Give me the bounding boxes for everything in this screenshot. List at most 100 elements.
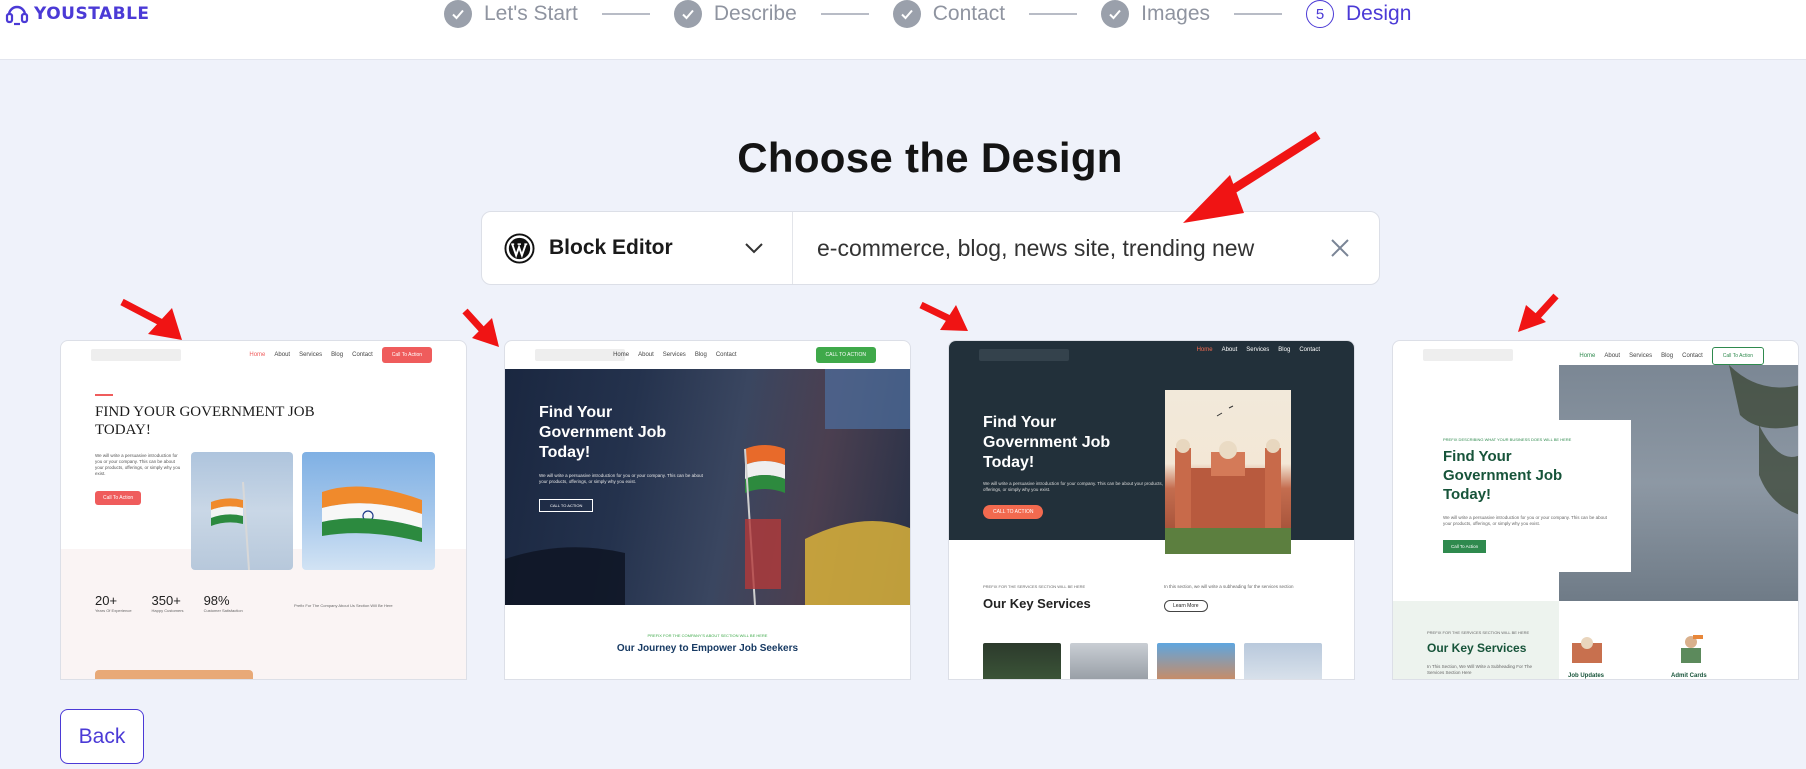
step-label: Images: [1141, 2, 1211, 25]
template-section-title: Our Key Services: [1427, 641, 1527, 655]
template-nav-item: Contact: [352, 352, 373, 358]
template-thumbnails: [983, 643, 1322, 679]
template-nav-item: Home: [1579, 353, 1596, 359]
template-nav-item: Services: [1629, 353, 1653, 359]
template-nav-item: Services: [1246, 347, 1270, 353]
check-icon: [673, 0, 702, 28]
stat-value: 98%: [203, 593, 230, 608]
template-nav-item: About: [1604, 353, 1621, 359]
template-body: We will write a persuasive introduction …: [95, 453, 181, 476]
step-connector: [1029, 13, 1078, 15]
template-body: We will write a persuasive introduction …: [1443, 515, 1607, 526]
thumbnail-image: [1157, 643, 1235, 679]
template-nav-item: Contact: [1682, 353, 1703, 359]
step-label: Design: [1346, 2, 1412, 25]
stat-label: Happy Customers: [151, 608, 184, 613]
step-label: Describe: [713, 2, 797, 25]
check-icon: [444, 0, 472, 28]
arrow-annotation-icon: [120, 298, 182, 340]
template-nav-item: Blog: [331, 352, 344, 358]
template-headline: Find Your Government Job Today!: [983, 414, 1111, 471]
template-section-title: Our Journey to Empower Job Seekers: [616, 643, 799, 654]
flag-image: [191, 452, 293, 570]
stat-value: 350+: [151, 593, 181, 608]
brand-logo[interactable]: YOUSTABLE: [4, 0, 150, 28]
template-card-4[interactable]: Home About Services Blog Contact Call To…: [1392, 340, 1799, 680]
accent-line: [95, 394, 113, 396]
brand-name: YOUSTABLE: [34, 4, 150, 24]
step-connector: [601, 13, 650, 15]
template-nav-item: Services: [299, 352, 323, 358]
stat-label: Customer Satisfaction: [203, 608, 243, 613]
template-body: We will write a persuasive introduction …: [539, 473, 703, 484]
service-image: [1568, 633, 1608, 663]
template-headline: Find Your Government Job Today!: [539, 404, 667, 461]
keywords-input[interactable]: [817, 234, 1297, 262]
stat-label: Years Of Experience: [95, 608, 132, 613]
thumbnail-image: [1070, 643, 1148, 679]
step-number: 5: [1306, 0, 1335, 28]
step-label: Contact: [932, 2, 1006, 25]
template-prefix: PREFIX DESCRIBING WHAT YOUR BUSINESS DOE…: [1443, 437, 1572, 442]
template-nav-item: Contact: [1299, 347, 1320, 353]
editor-select-label: Block Editor: [549, 236, 673, 259]
service-label: Admit Cards: [1671, 673, 1707, 679]
stat-value: 20+: [95, 593, 118, 608]
arrow-annotation-icon: [919, 301, 968, 331]
step-lets-start[interactable]: Let's Start: [444, 0, 578, 28]
template-cta: Call To Action: [95, 491, 142, 505]
step-contact[interactable]: Contact: [892, 0, 1006, 28]
template-nav-item: Blog: [694, 352, 707, 358]
flag-image: [302, 452, 435, 570]
step-describe[interactable]: Describe: [673, 0, 797, 28]
check-icon: [892, 0, 921, 28]
thumbnail-image: [983, 643, 1061, 679]
brand-logo-icon: [5, 5, 29, 26]
template-cta: CALL TO ACTION: [539, 499, 594, 512]
template-logo-placeholder: [91, 349, 181, 361]
step-images[interactable]: Images: [1101, 0, 1210, 28]
template-logo-placeholder: [979, 349, 1069, 361]
template-nav-button: CALL TO ACTION: [815, 347, 876, 363]
template-card-2[interactable]: Home About Services Blog Contact CALL TO…: [504, 340, 911, 680]
step-label: Let's Start: [484, 2, 578, 25]
template-nav: Home About Services Blog Contact CALL TO…: [613, 347, 876, 363]
template-nav: Home About Services Blog Contact Call To…: [249, 347, 432, 363]
template-body: We will write a persuasive introduction …: [983, 481, 1163, 492]
template-nav-item: About: [638, 352, 654, 358]
template-section-desc: In This Section, We Will Write a Subhead…: [1427, 664, 1532, 675]
service-image: [1671, 633, 1711, 663]
template-prefix: PREFIX FOR THE SERVICES SECTION WILL BE …: [1427, 630, 1530, 635]
step-connector: [820, 13, 869, 15]
service-label: Job Updates: [1568, 673, 1605, 679]
template-prefix: PREFIX FOR THE SERVICES SECTION WILL BE …: [983, 584, 1086, 589]
template-nav-item: Home: [1196, 347, 1213, 353]
template-nav-button: Call To Action: [381, 347, 432, 363]
template-image-placeholder: [95, 670, 253, 679]
template-nav: Home About Services Blog Contact: [1197, 347, 1320, 353]
step-connector: [1234, 13, 1283, 15]
template-nav-item: About: [274, 352, 291, 358]
template-learn-more: Learn More: [1164, 600, 1208, 612]
back-button[interactable]: Back: [60, 709, 144, 764]
template-section-desc: In this section, we will write a subhead…: [1164, 584, 1294, 589]
top-bar: YOUSTABLE Let's Start Describe Contact I…: [0, 0, 1806, 60]
template-headline: Find Your Government Job Today!: [1443, 448, 1563, 503]
template-card-3[interactable]: Home About Services Blog Contact Find Yo…: [948, 340, 1355, 680]
arrow-annotation-icon: [462, 308, 499, 347]
step-design[interactable]: 5 Design: [1306, 0, 1411, 28]
template-cta: CALL TO ACTION: [983, 505, 1044, 519]
close-icon[interactable]: [1329, 237, 1351, 259]
editor-select[interactable]: Block Editor: [482, 212, 793, 284]
wordpress-icon: [504, 232, 535, 264]
template-nav-item: Home: [613, 352, 630, 358]
stat-item: 98% Customer Satisfaction: [204, 593, 243, 613]
stat-item: 20+ Years Of Experience: [95, 593, 132, 613]
red-fort-image: [1165, 390, 1291, 554]
check-icon: [1101, 0, 1130, 28]
template-card-1[interactable]: Home About Services Blog Contact Call To…: [60, 340, 467, 680]
template-nav-button: Call To Action: [1711, 347, 1764, 365]
template-nav-item: Services: [662, 352, 686, 358]
template-nav-item: Contact: [715, 352, 737, 358]
template-headline: FIND YOUR GOVERNMENT JOB TODAY!: [95, 404, 315, 438]
